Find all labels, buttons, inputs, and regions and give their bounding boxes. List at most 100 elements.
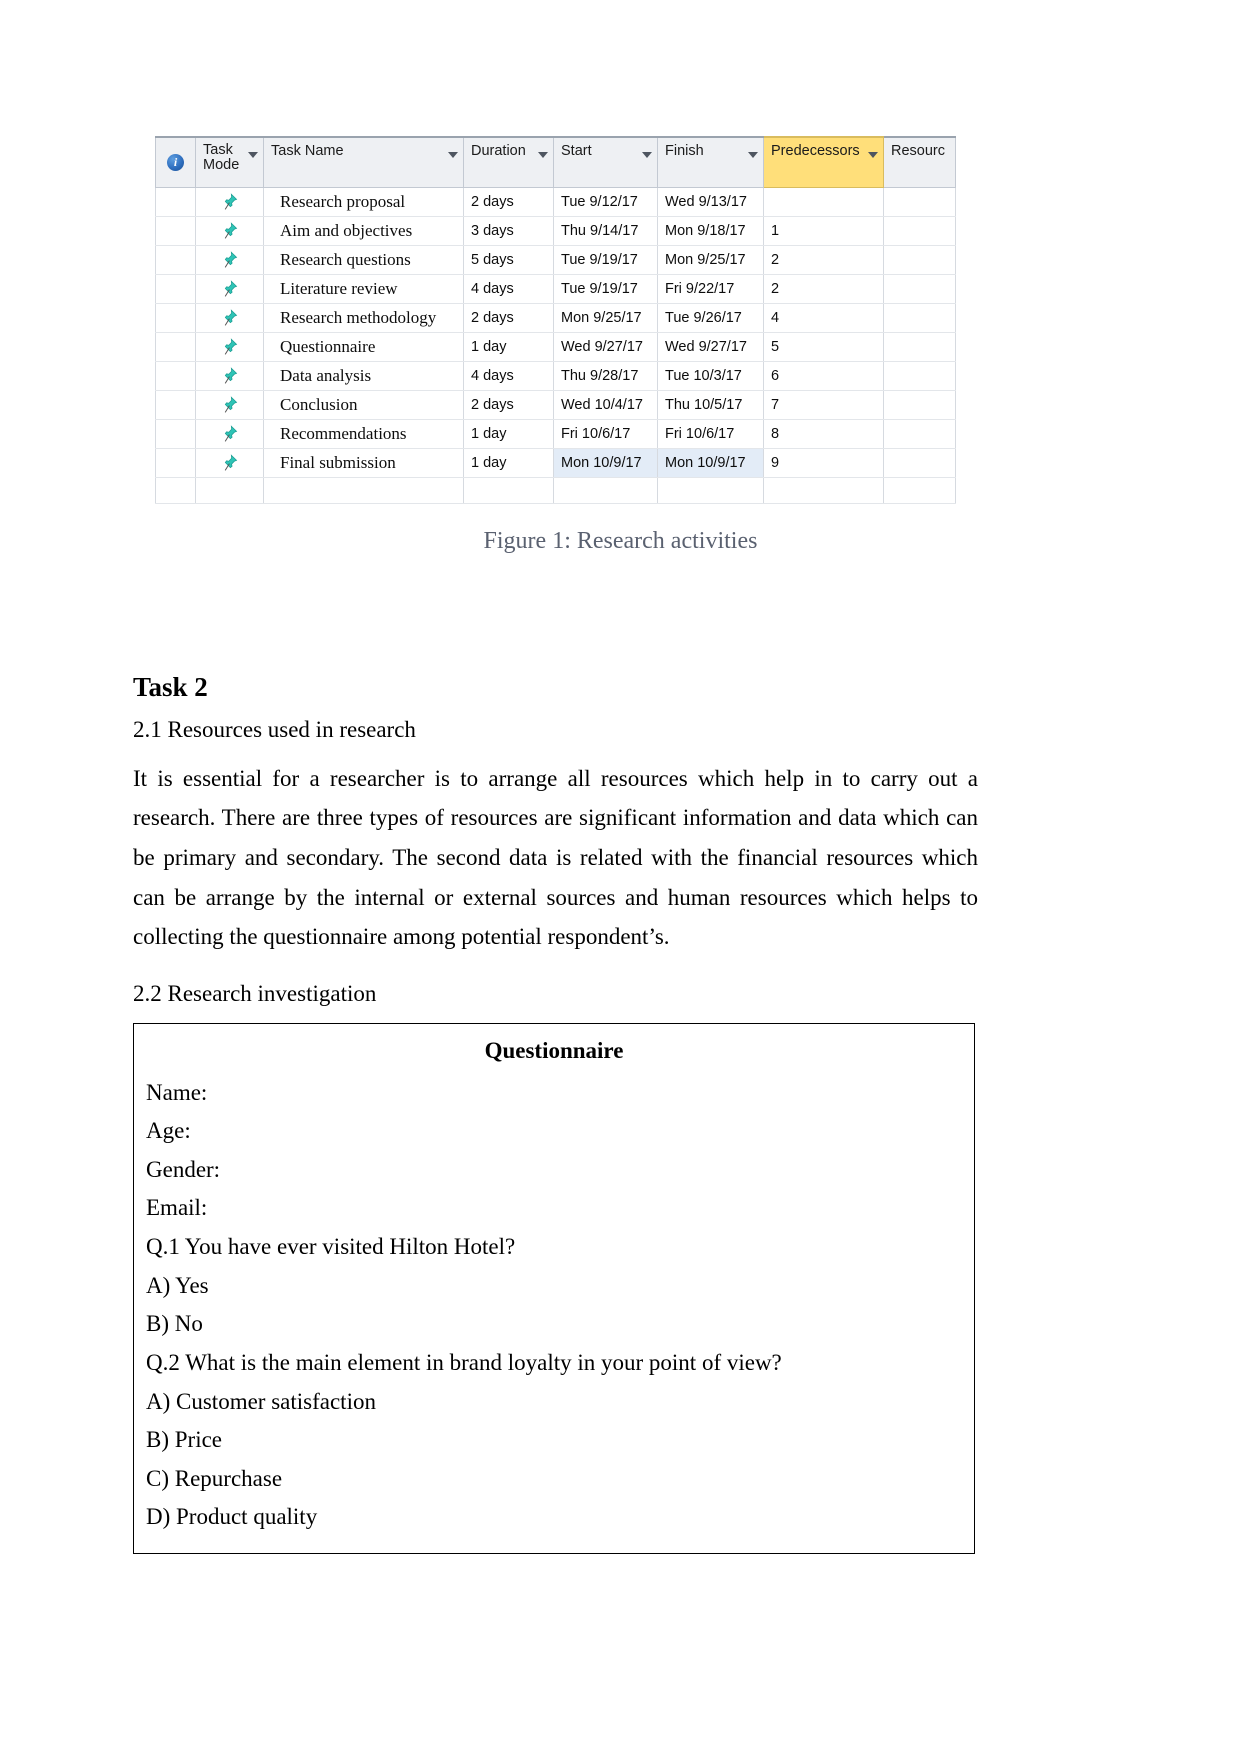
task-mode-cell[interactable] <box>195 448 264 478</box>
finish-column-header[interactable]: Finish <box>657 136 764 188</box>
table-row[interactable]: Aim and objectives 3 days Thu 9/14/17 Mon 9… <box>155 216 956 246</box>
duration-cell[interactable]: 4 days <box>463 361 554 391</box>
duration-cell[interactable]: 5 days <box>463 245 554 275</box>
start-date-cell[interactable]: Thu 9/28/17 <box>553 361 658 391</box>
task-name-cell[interactable]: Literature review <box>263 274 464 304</box>
duration-cell[interactable]: 1 day <box>463 419 554 449</box>
resource-cell[interactable] <box>883 419 956 449</box>
task-name-cell[interactable]: Data analysis <box>263 361 464 391</box>
table-row[interactable]: Data analysis 4 days Thu 9/28/17 Tue 10/3/1… <box>155 361 956 391</box>
task-mode-column-label: Task Mode <box>203 142 240 174</box>
predecessors-cell[interactable]: 6 <box>763 361 884 391</box>
task-mode-cell[interactable] <box>195 187 264 217</box>
predecessors-cell[interactable]: 9 <box>763 448 884 478</box>
resource-cell[interactable] <box>883 332 956 362</box>
resource-cell[interactable] <box>883 216 956 246</box>
table-row[interactable]: Research questions 5 days Tue 9/19/17 Mon 9… <box>155 245 956 275</box>
table-row[interactable]: Recommendations 1 day Fri 10/6/17 Fri 10/6/… <box>155 419 956 449</box>
predecessors-cell[interactable]: 4 <box>763 303 884 333</box>
finish-date-cell[interactable]: Mon 10/9/17 <box>657 448 764 478</box>
table-row[interactable]: Conclusion 2 days Wed 10/4/17 Thu 10/5/17 7 <box>155 390 956 420</box>
resource-cell[interactable] <box>883 187 956 217</box>
task-mode-cell[interactable] <box>195 361 264 391</box>
duration-cell[interactable]: 2 days <box>463 187 554 217</box>
resource-names-column-header[interactable]: Resourc <box>883 136 956 188</box>
table-row[interactable]: Research proposal 2 days Tue 9/12/17 Wed 9/… <box>155 187 956 217</box>
task-mode-cell[interactable] <box>195 245 264 275</box>
predecessors-cell[interactable]: 8 <box>763 419 884 449</box>
task-mode-cell[interactable] <box>195 419 264 449</box>
table-row[interactable]: Research methodology 2 days Mon 9/25/17 Tue… <box>155 303 956 333</box>
finish-date-cell[interactable]: Tue 10/3/17 <box>657 361 764 391</box>
start-date-cell[interactable]: Tue 9/19/17 <box>553 245 658 275</box>
resource-cell[interactable] <box>883 390 956 420</box>
table-row[interactable]: Final submission 1 day Mon 10/9/17 Mon 10/9… <box>155 448 956 478</box>
start-date-cell[interactable]: Fri 10/6/17 <box>553 419 658 449</box>
task-mode-cell[interactable] <box>195 216 264 246</box>
chevron-down-icon[interactable] <box>538 152 548 158</box>
start-date-cell[interactable]: Thu 9/14/17 <box>553 216 658 246</box>
duration-cell[interactable]: 4 days <box>463 274 554 304</box>
finish-date-cell[interactable]: Fri 10/6/17 <box>657 419 764 449</box>
predecessors-cell[interactable]: 2 <box>763 274 884 304</box>
resource-cell[interactable] <box>883 448 956 478</box>
task-name-column-header[interactable]: Task Name <box>263 136 464 188</box>
predecessors-cell[interactable]: 1 <box>763 216 884 246</box>
duration-column-header[interactable]: Duration <box>463 136 554 188</box>
duration-cell[interactable]: 2 days <box>463 303 554 333</box>
finish-date-cell[interactable]: Mon 9/18/17 <box>657 216 764 246</box>
finish-date-cell[interactable]: Wed 9/13/17 <box>657 187 764 217</box>
task-name-cell[interactable]: Research questions <box>263 245 464 275</box>
predecessors-cell[interactable] <box>763 187 884 217</box>
duration-cell[interactable]: 1 day <box>463 332 554 362</box>
predecessors-column-header[interactable]: Predecessors <box>763 136 884 188</box>
task-name-cell[interactable]: Questionnaire <box>263 332 464 362</box>
chevron-down-icon[interactable] <box>248 152 258 158</box>
finish-date-cell[interactable]: Thu 10/5/17 <box>657 390 764 420</box>
questionnaire-line: D) Product quality <box>146 1504 318 1530</box>
chevron-down-icon[interactable] <box>642 152 652 158</box>
resource-cell[interactable] <box>883 274 956 304</box>
predecessors-cell[interactable]: 2 <box>763 245 884 275</box>
task-name-cell[interactable]: Conclusion <box>263 390 464 420</box>
duration-cell[interactable]: 1 day <box>463 448 554 478</box>
start-date-cell[interactable]: Mon 9/25/17 <box>553 303 658 333</box>
chevron-down-icon[interactable] <box>868 152 878 158</box>
finish-date-cell[interactable]: Wed 9/27/17 <box>657 332 764 362</box>
task-mode-cell[interactable] <box>195 303 264 333</box>
section-2-1-paragraph: It is essential for a researcher is to a… <box>133 765 978 950</box>
task-mode-cell[interactable] <box>195 274 264 304</box>
finish-date-cell[interactable]: Tue 9/26/17 <box>657 303 764 333</box>
chevron-down-icon[interactable] <box>448 152 458 158</box>
task-name-cell[interactable]: Aim and objectives <box>263 216 464 246</box>
start-date-cell[interactable]: Mon 10/9/17 <box>553 448 658 478</box>
start-date-cell[interactable]: Wed 9/27/17 <box>553 332 658 362</box>
start-date-cell[interactable]: Wed 10/4/17 <box>553 390 658 420</box>
resource-cell[interactable] <box>883 361 956 391</box>
resource-cell[interactable] <box>883 303 956 333</box>
predecessors-cell[interactable]: 7 <box>763 390 884 420</box>
finish-date-cell[interactable]: Fri 9/22/17 <box>657 274 764 304</box>
pin-icon <box>224 338 237 355</box>
table-row[interactable]: Questionnaire 1 day Wed 9/27/17 Wed 9/27/17… <box>155 332 956 362</box>
chevron-down-icon[interactable] <box>748 152 758 158</box>
task-name-cell[interactable]: Research proposal <box>263 187 464 217</box>
start-date-cell[interactable]: Tue 9/19/17 <box>553 274 658 304</box>
task-name-cell[interactable]: Research methodology <box>263 303 464 333</box>
predecessors-cell[interactable]: 5 <box>763 332 884 362</box>
start-column-header[interactable]: Start <box>553 136 658 188</box>
pin-icon <box>224 222 237 239</box>
task-name-cell[interactable]: Recommendations <box>263 419 464 449</box>
task-mode-cell[interactable] <box>195 332 264 362</box>
info-column-header[interactable]: i <box>155 136 196 188</box>
task-mode-cell[interactable] <box>195 390 264 420</box>
duration-cell[interactable]: 3 days <box>463 216 554 246</box>
start-date-cell[interactable]: Tue 9/12/17 <box>553 187 658 217</box>
finish-date-cell[interactable]: Mon 9/25/17 <box>657 245 764 275</box>
resource-cell[interactable] <box>883 245 956 275</box>
duration-cell[interactable]: 2 days <box>463 390 554 420</box>
task-mode-column-header[interactable]: Task Mode <box>195 136 264 188</box>
page-title: Task 2 <box>133 672 208 702</box>
task-name-cell[interactable]: Final submission <box>263 448 464 478</box>
table-row[interactable]: Literature review 4 days Tue 9/19/17 Fri 9/… <box>155 274 956 304</box>
